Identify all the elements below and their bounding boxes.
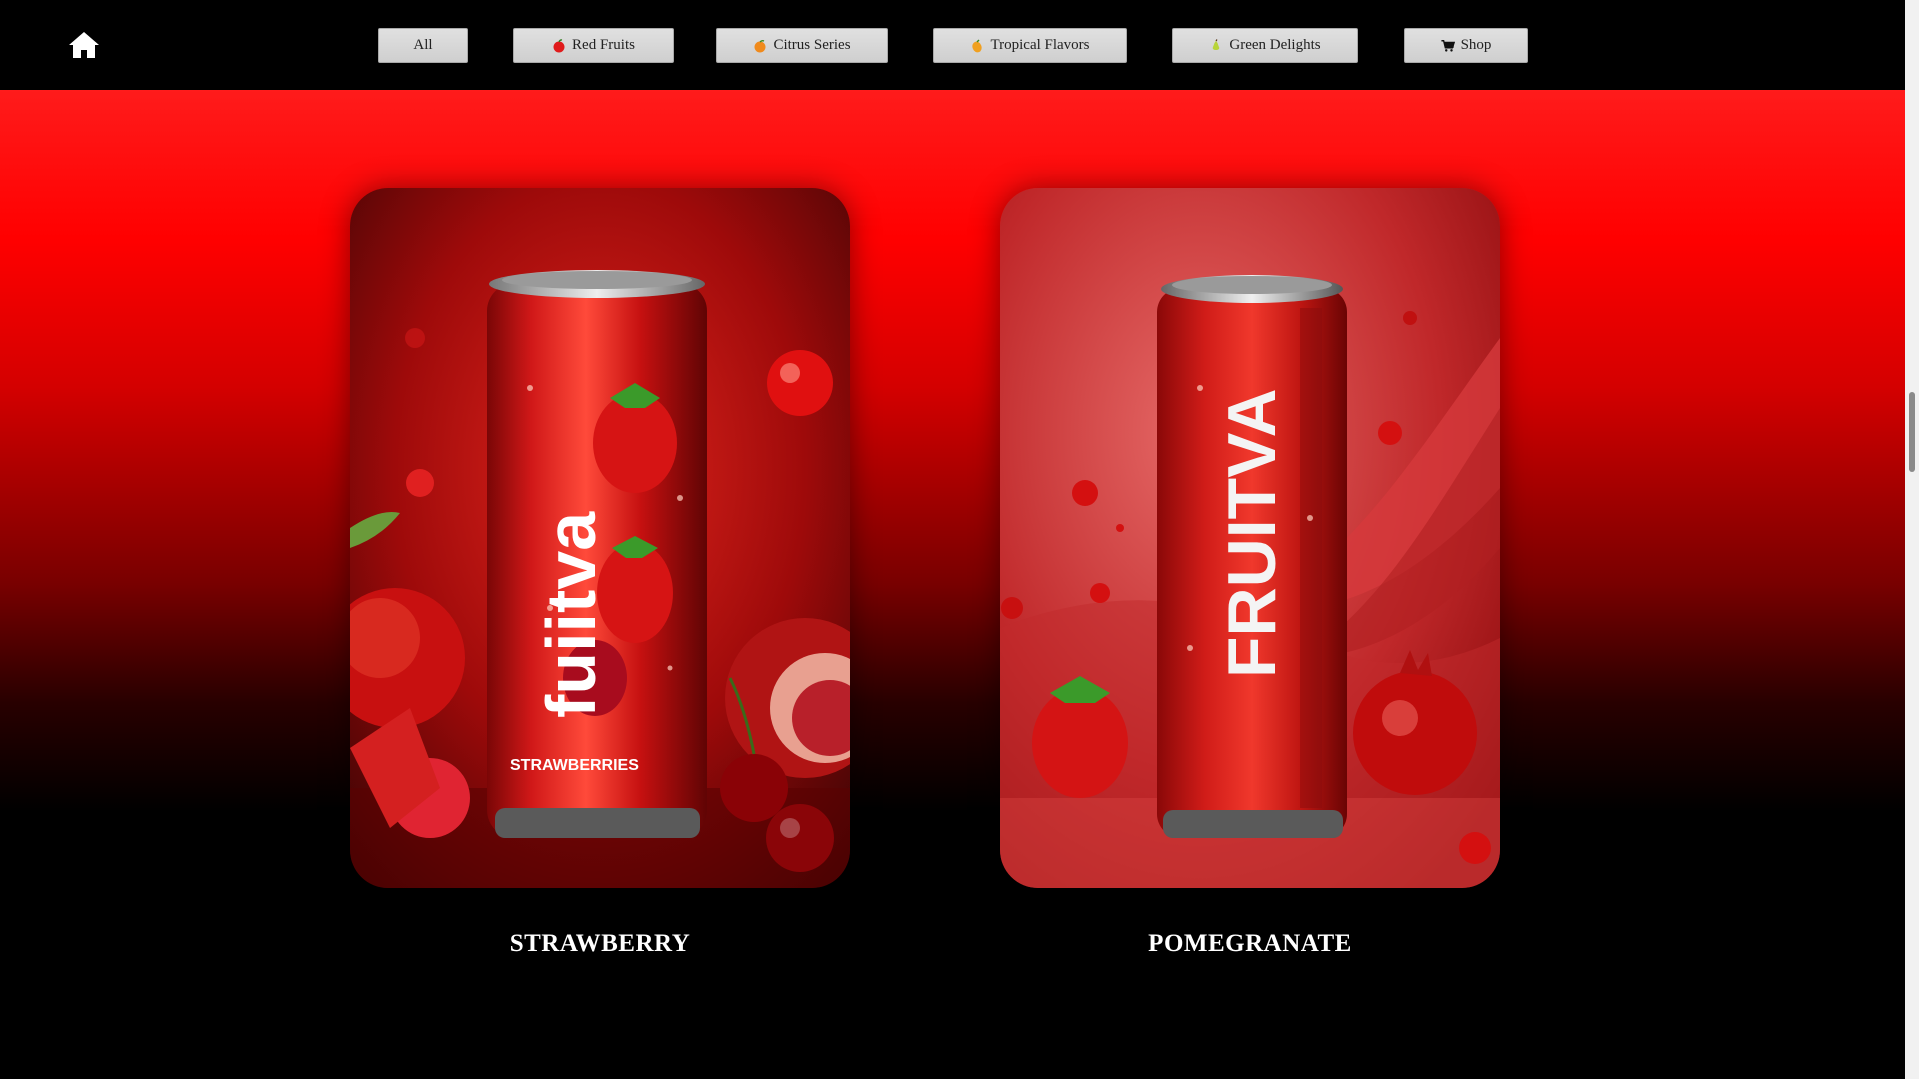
mango-icon — [970, 39, 984, 53]
product-name-pomegranate: POMEGRANATE — [1148, 930, 1352, 957]
apple-icon — [552, 38, 566, 53]
nav-button-shop[interactable]: Shop — [1404, 28, 1528, 63]
pear-icon — [1209, 38, 1223, 53]
top-nav-bar: All Red Fruits Citrus Series Tropical Fl… — [0, 0, 1905, 90]
cart-icon — [1441, 39, 1455, 53]
orange-icon — [753, 39, 767, 53]
nav-button-all[interactable]: All — [378, 28, 468, 63]
product-card-strawberry[interactable]: fuiitva STRAWBERRIES — [350, 188, 850, 888]
product-card-pomegranate[interactable]: FRUITVA — [1000, 188, 1500, 888]
product-name-strawberry: STRAWBERRY — [509, 930, 691, 957]
can-brand-text: fuiitva — [532, 511, 610, 718]
can-sub-text: STRAWBERRIES — [510, 757, 639, 774]
home-icon[interactable] — [68, 30, 100, 60]
page-scrollbar[interactable] — [1905, 0, 1919, 1079]
nav-button-citrus-series[interactable]: Citrus Series — [716, 28, 888, 63]
nav-button-label: Shop — [1460, 37, 1492, 53]
can-brand-text: FRUITVA — [1214, 388, 1290, 678]
nav-button-tropical-flavors[interactable]: Tropical Flavors — [933, 28, 1127, 63]
nav-button-label: Green Delights — [1229, 37, 1321, 53]
nav-button-label: All — [413, 37, 433, 53]
nav-button-label: Red Fruits — [572, 37, 635, 53]
nav-button-red-fruits[interactable]: Red Fruits — [513, 28, 674, 63]
scrollbar-thumb[interactable] — [1909, 392, 1915, 472]
hero-section — [0, 90, 1905, 1079]
nav-button-label: Tropical Flavors — [990, 37, 1090, 53]
strawberry-can-image: fuiitva STRAWBERRIES — [350, 188, 850, 888]
nav-button-label: Citrus Series — [773, 37, 851, 53]
pomegranate-can-image: FRUITVA — [1000, 188, 1500, 888]
nav-button-green-delights[interactable]: Green Delights — [1172, 28, 1358, 63]
